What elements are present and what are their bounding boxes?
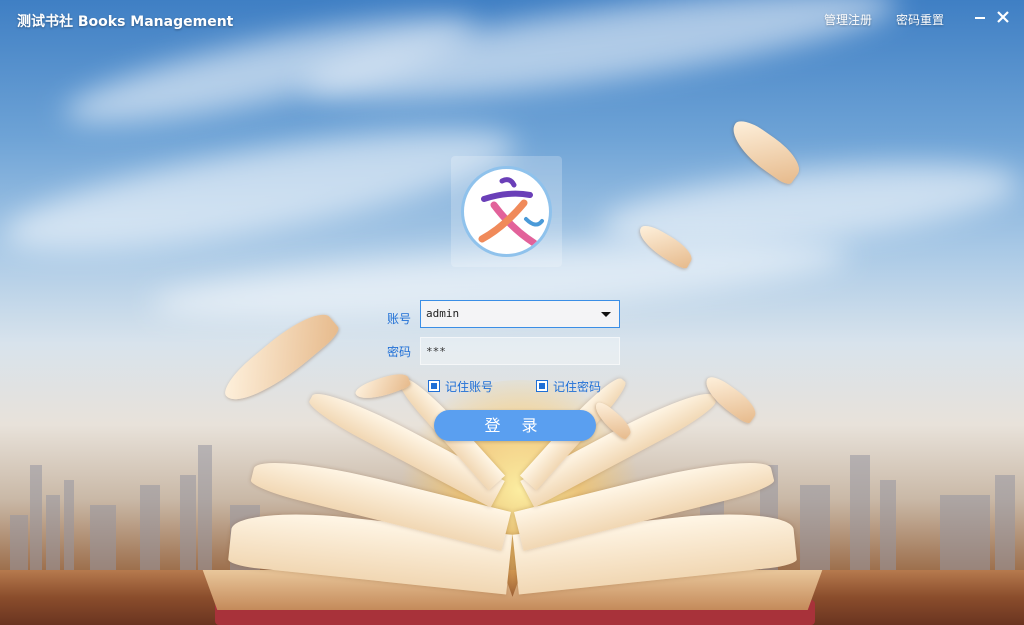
password-reset-link[interactable]: 密码重置 — [896, 11, 944, 28]
remember-password-label[interactable]: 记住密码 — [553, 378, 601, 395]
account-label: 账号 — [387, 312, 412, 326]
minimize-icon[interactable] — [971, 8, 989, 26]
remember-account-checkbox[interactable] — [428, 380, 440, 392]
logo-frame — [451, 156, 562, 267]
cloud — [298, 0, 902, 122]
chevron-down-icon[interactable] — [596, 304, 616, 324]
cloud — [0, 105, 523, 275]
wen-character-logo — [461, 166, 552, 257]
login-button[interactable]: 登 录 — [434, 410, 596, 441]
close-icon[interactable] — [994, 8, 1012, 26]
account-value: admin — [426, 307, 460, 320]
password-field[interactable]: *** — [420, 337, 620, 365]
password-label: 密码 — [387, 345, 412, 359]
account-select[interactable]: admin — [420, 300, 620, 328]
password-value: *** — [426, 345, 446, 358]
remember-password-checkbox[interactable] — [536, 380, 548, 392]
remember-account-label[interactable]: 记住账号 — [445, 378, 493, 395]
admin-register-link[interactable]: 管理注册 — [824, 11, 872, 28]
app-title: 测试书社 Books Management — [17, 14, 234, 30]
